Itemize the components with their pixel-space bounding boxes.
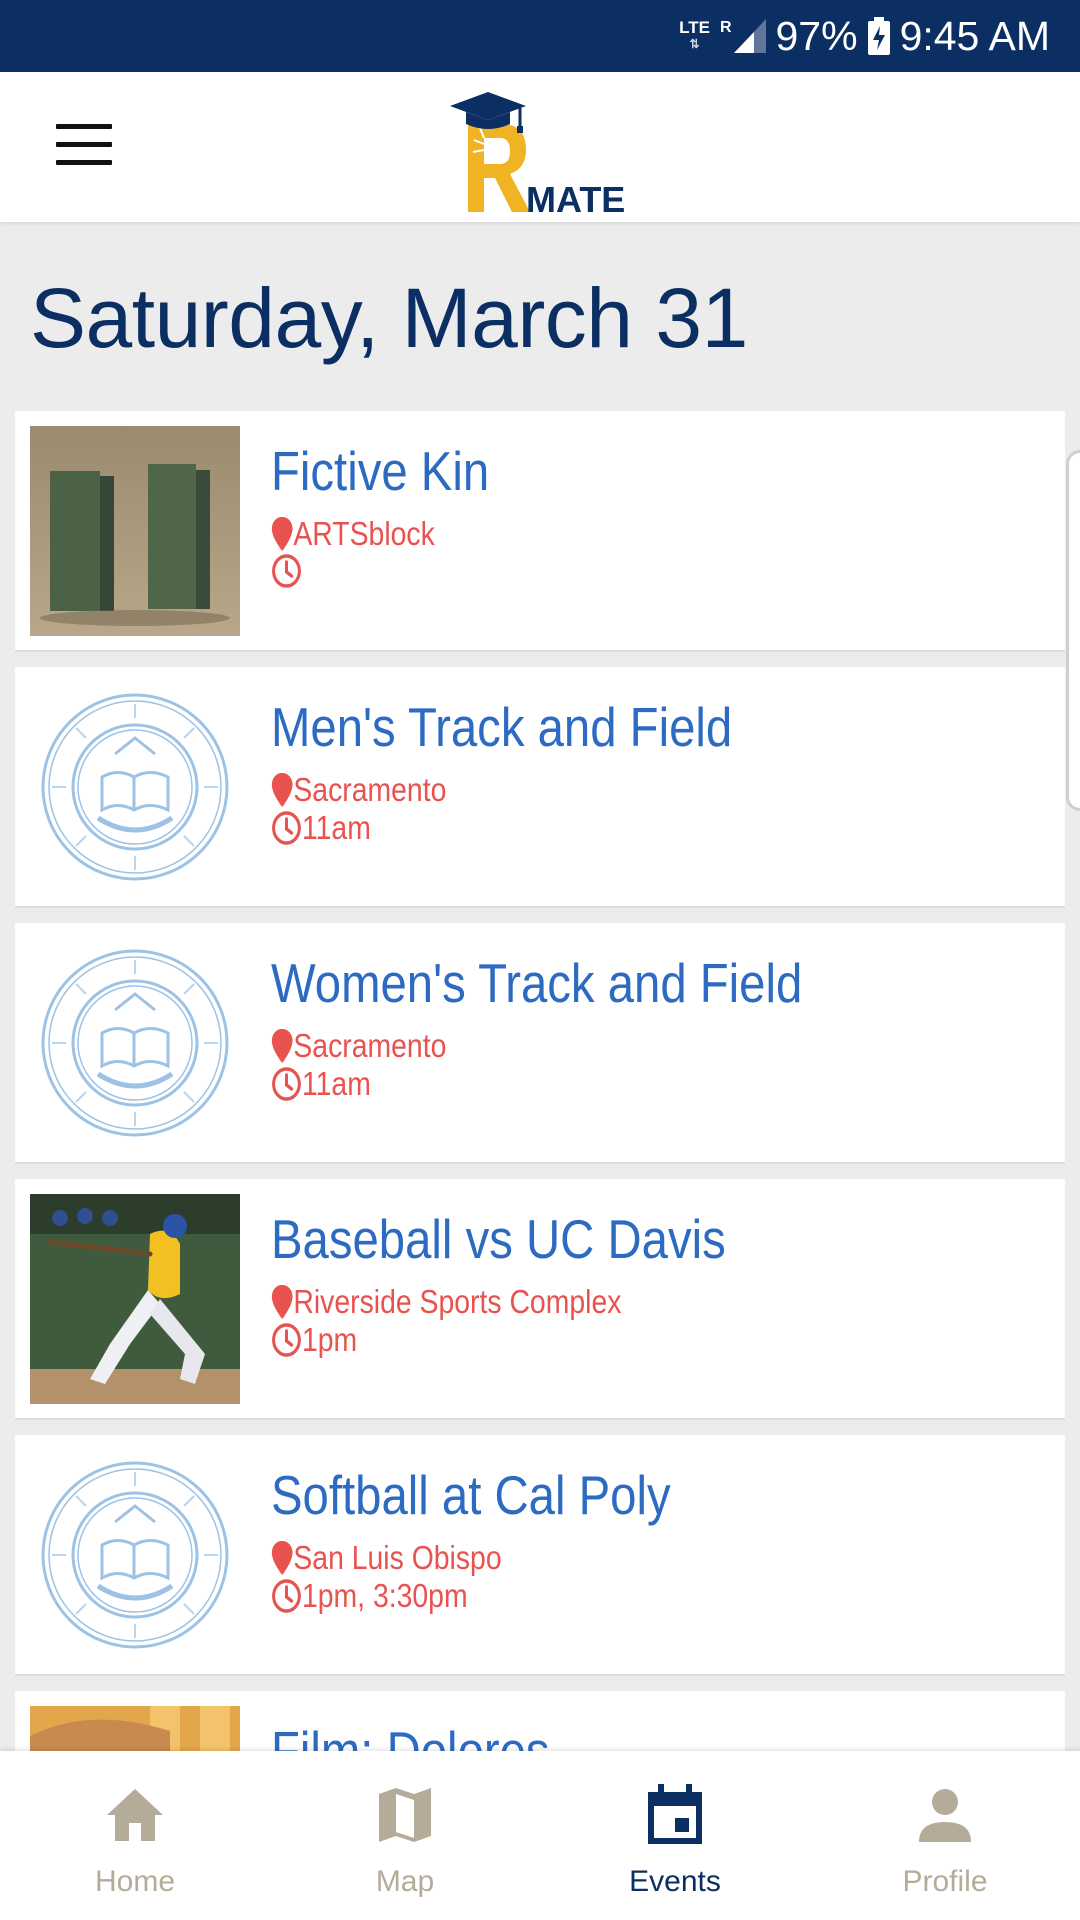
nav-events[interactable]: Events xyxy=(540,1751,810,1920)
location-pin-icon xyxy=(271,1029,293,1063)
battery-percent: 97% xyxy=(775,12,858,59)
event-location: Sacramento xyxy=(271,771,446,809)
event-card[interactable]: Men's Track and Field Sacramento 11am xyxy=(15,667,1065,906)
network-indicator: LTE ⇅ xyxy=(679,18,710,51)
menu-icon xyxy=(56,124,112,129)
nav-map[interactable]: Map xyxy=(270,1751,540,1920)
event-location: Sacramento xyxy=(271,1027,446,1065)
location-pin-icon xyxy=(271,1285,293,1319)
uc-seal-image xyxy=(30,938,240,1148)
event-time-text: 1pm xyxy=(301,1321,358,1358)
status-bar: LTE ⇅ R 97% 9:45 AM xyxy=(0,0,1080,72)
event-location-text: Sacramento xyxy=(293,771,447,808)
event-card[interactable]: Softball at Cal Poly San Luis Obispo 1pm… xyxy=(15,1435,1065,1674)
location-pin-icon xyxy=(271,773,293,807)
event-thumbnail xyxy=(30,1706,240,1751)
location-pin-icon xyxy=(271,1541,293,1575)
page-title: Saturday, March 31 xyxy=(30,271,748,365)
map-icon xyxy=(373,1783,437,1847)
nav-events-label: Events xyxy=(629,1865,721,1898)
app-logo: MATE xyxy=(440,84,640,220)
clock-icon xyxy=(272,554,301,588)
clock-icon xyxy=(272,1579,301,1613)
signal-icon: R xyxy=(720,19,766,53)
menu-button[interactable] xyxy=(56,124,112,168)
scroll-edge-indicator xyxy=(1066,450,1080,811)
nav-profile-label: Profile xyxy=(902,1865,988,1898)
clock-icon xyxy=(272,1323,301,1357)
calendar-icon xyxy=(643,1783,707,1847)
event-time: 1pm xyxy=(271,1321,357,1359)
event-time: 11am xyxy=(271,809,371,847)
event-time xyxy=(271,553,302,589)
person-icon xyxy=(913,1783,977,1847)
event-location: ARTSblock xyxy=(271,515,435,553)
event-location: San Luis Obispo xyxy=(271,1539,502,1577)
event-title: Softball at Cal Poly xyxy=(271,1464,671,1526)
event-location-text: Sacramento xyxy=(293,1027,447,1064)
baseball-photo xyxy=(30,1194,240,1404)
home-icon xyxy=(103,1783,167,1847)
location-pin-icon xyxy=(271,517,293,551)
nav-home[interactable]: Home xyxy=(0,1751,270,1920)
event-time-text: 11am xyxy=(301,809,371,846)
event-card[interactable]: Fictive Kin ARTSblock xyxy=(15,411,1065,650)
event-location-text: San Luis Obispo xyxy=(293,1539,502,1576)
event-title: Film: Dolores xyxy=(271,1720,550,1751)
battery-charging-icon xyxy=(867,17,890,55)
uc-seal-image xyxy=(30,682,240,892)
event-list[interactable]: Fictive Kin ARTSblock Men's Track and Fi… xyxy=(15,411,1065,1751)
event-time: 11am xyxy=(271,1065,371,1103)
clock-icon xyxy=(272,1067,301,1101)
event-title: Fictive Kin xyxy=(271,440,490,502)
event-location-text: Riverside Sports Complex xyxy=(293,1283,622,1320)
network-type: LTE xyxy=(679,18,710,37)
bottom-navigation: Home Map Events Profile xyxy=(0,1751,1080,1920)
nav-profile[interactable]: Profile xyxy=(810,1751,1080,1920)
event-title: Men's Track and Field xyxy=(271,696,733,758)
clock-icon xyxy=(272,811,301,845)
event-location-text: ARTSblock xyxy=(293,515,435,552)
uc-seal-image xyxy=(30,1450,240,1660)
event-card[interactable]: Women's Track and Field Sacramento 11am xyxy=(15,923,1065,1162)
event-title: Baseball vs UC Davis xyxy=(271,1208,726,1270)
clock: 9:45 AM xyxy=(899,12,1050,59)
event-time-text: 11am xyxy=(301,1065,371,1102)
nav-map-label: Map xyxy=(375,1865,435,1898)
app-bar: MATE xyxy=(0,72,1080,222)
roaming-indicator: R xyxy=(719,19,732,36)
event-card[interactable]: Film: Dolores xyxy=(15,1691,1065,1751)
nav-home-label: Home xyxy=(94,1865,176,1898)
svg-text:MATE: MATE xyxy=(526,179,625,214)
event-time: 1pm, 3:30pm xyxy=(271,1577,468,1615)
event-title: Women's Track and Field xyxy=(271,952,803,1014)
event-time-text: 1pm, 3:30pm xyxy=(301,1577,468,1614)
event-thumbnail xyxy=(30,426,240,636)
event-location: Riverside Sports Complex xyxy=(271,1283,621,1321)
event-card[interactable]: Baseball vs UC Davis Riverside Sports Co… xyxy=(15,1179,1065,1418)
